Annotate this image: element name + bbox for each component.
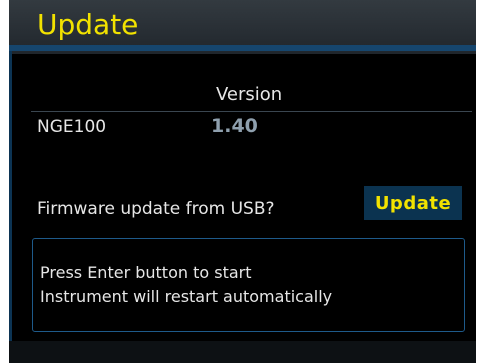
left-edge-divider <box>9 51 12 341</box>
firmware-update-prompt: Firmware update from USB? <box>37 199 275 219</box>
info-message-line: Instrument will restart automatically <box>40 287 333 306</box>
update-button[interactable]: Update <box>364 186 462 220</box>
device-name: NGE100 <box>37 117 107 137</box>
version-column-header: Version <box>216 84 283 105</box>
info-message-line: Press Enter button to start <box>40 263 252 282</box>
bottom-band <box>9 341 476 363</box>
update-dialog: Update Version NGE100 1.40 Firmware upda… <box>9 0 476 363</box>
title-bar: Update <box>9 0 476 54</box>
dialog-title: Update <box>37 8 139 41</box>
version-header-rule <box>31 111 472 112</box>
title-underline <box>9 45 476 51</box>
device-version: 1.40 <box>211 115 258 137</box>
info-message-box: Press Enter button to start Instrument w… <box>32 238 465 332</box>
